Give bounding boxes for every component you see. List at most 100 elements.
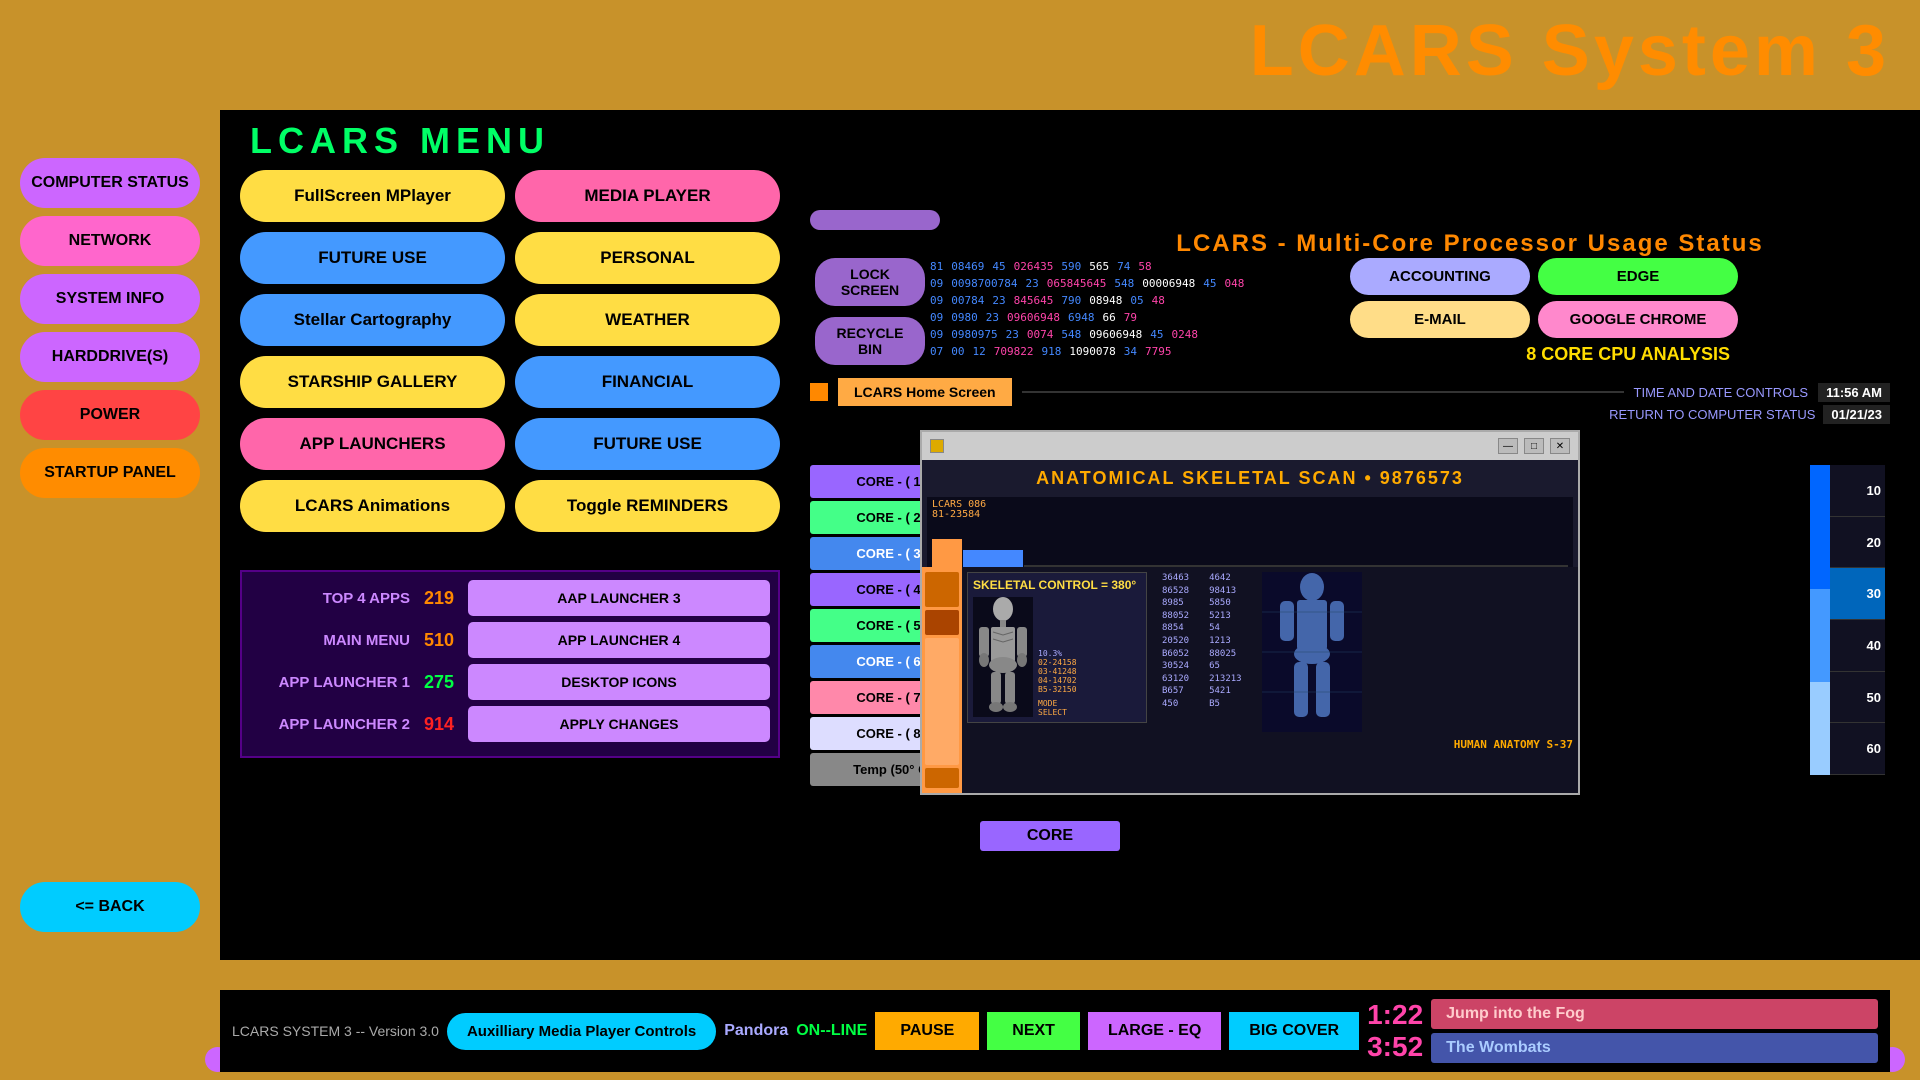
menu-row-6: LCARS Animations Toggle REMINDERS (240, 480, 780, 532)
sidebar-btn-computer-status[interactable]: COMPUTER STATUS (20, 158, 200, 208)
home-screen-btn[interactable]: LCARS Home Screen (838, 378, 1012, 406)
header-title: LCARS System 3 (1250, 10, 1890, 92)
outer-frame: LCARS System 3 COMPUTER STATUS NETWORK S… (0, 0, 1920, 1080)
media-controls-btn[interactable]: Auxilliary Media Player Controls (447, 1013, 716, 1050)
menu-btn-future-use-2[interactable]: FUTURE USE (515, 418, 780, 470)
shortcut-btn-2[interactable]: APP LAUNCHER 4 (468, 622, 770, 658)
song-title: Jump into the Fog (1431, 999, 1878, 1029)
home-screen-row: LCARS Home Screen TIME AND DATE CONTROLS… (810, 378, 1890, 406)
menu-btn-fullscreen-mplayer[interactable]: FullScreen MPlayer (240, 170, 505, 222)
shortcuts-panel: TOP 4 APPS 219 AAP LAUNCHER 3 MAIN MENU … (240, 570, 780, 758)
sidebar-btn-network[interactable]: NETWORK (20, 216, 200, 266)
scale-num-40: 40 (1867, 638, 1881, 653)
chrome-btn[interactable]: GOOGLE CHROME (1538, 301, 1738, 338)
sidebar-btn-harddrive[interactable]: HARDDRIVE(S) (20, 332, 200, 382)
menu-btn-app-launchers[interactable]: APP LAUNCHERS (240, 418, 505, 470)
shortcut-btn-4[interactable]: APPLY CHANGES (468, 706, 770, 742)
recycle-bin-btn[interactable]: RECYCLE BIN (815, 317, 925, 365)
scale-num-60: 60 (1867, 741, 1881, 756)
shortcut-num-3: 275 (414, 672, 464, 693)
shortcut-btn-3[interactable]: DESKTOP ICONS (468, 664, 770, 700)
shortcut-label-4: APP LAUNCHER 2 (250, 716, 410, 733)
shortcut-label-1: TOP 4 APPS (250, 590, 410, 607)
shortcut-label-3: APP LAUNCHER 1 (250, 674, 410, 691)
large-eq-btn[interactable]: LARGE - EQ (1088, 1012, 1221, 1050)
bottom-inner: LCARS SYSTEM 3 -- Version 3.0 Auxilliary… (220, 990, 1890, 1072)
sidebar-btn-power[interactable]: POWER (20, 390, 200, 440)
menu-btn-toggle-reminders[interactable]: Toggle REMINDERS (515, 480, 780, 532)
sidebar-btn-system-info[interactable]: SYSTEM INFO (20, 274, 200, 324)
email-btn[interactable]: E-MAIL (1350, 301, 1530, 338)
scale-seg-40: 40 (1830, 620, 1885, 672)
menu-btn-stellar-cartography[interactable]: Stellar Cartography (240, 294, 505, 346)
scale-num-50: 50 (1867, 690, 1881, 705)
skeletal-id-6: B5-32150 (1038, 685, 1141, 694)
sidebar-btn-back[interactable]: <= BACK (20, 882, 200, 932)
pause-btn[interactable]: PAUSE (875, 1012, 979, 1050)
deco-mid-hbar (810, 210, 940, 230)
left-sidebar: COMPUTER STATUS NETWORK SYSTEM INFO HARD… (0, 110, 220, 960)
shortcut-num-2: 510 (414, 630, 464, 651)
menu-btn-future-use-1[interactable]: FUTURE USE (240, 232, 505, 284)
skeletal-id-3: 02-24158 (1038, 658, 1141, 667)
window-icon (930, 439, 944, 453)
scale-seg-20: 20 (1830, 517, 1885, 569)
song-artist: The Wombats (1431, 1033, 1878, 1063)
lcars-menu-title: LCARS MENU (250, 120, 550, 162)
menu-btn-lcars-animations[interactable]: LCARS Animations (240, 480, 505, 532)
menu-btn-starship-gallery[interactable]: STARSHIP GALLERY (240, 356, 505, 408)
data-numbers-display: 81 08469 45 026435 590 565 74 58 09 0098… (930, 258, 1350, 360)
elapsed-time: 1:22 (1367, 999, 1423, 1031)
pandora-label: Pandora (724, 1022, 788, 1040)
home-spacer (1022, 391, 1624, 393)
scale-num-20: 20 (1867, 535, 1881, 550)
shortcut-row-1: TOP 4 APPS 219 AAP LAUNCHER 3 (250, 580, 770, 616)
shortcut-row-2: MAIN MENU 510 APP LAUNCHER 4 (250, 622, 770, 658)
scale-seg-60: 60 (1830, 723, 1885, 775)
human-anatomy-label: HUMAN ANATOMY S-37 (1162, 737, 1573, 752)
scan-graph-area: LCARS 086 81-23584 (927, 497, 1573, 567)
sidebar-btn-startup[interactable]: STARTUP PANEL (20, 448, 200, 498)
scale-color-bar (1810, 465, 1830, 775)
next-btn[interactable]: NEXT (987, 1012, 1080, 1050)
time-controls-label: TIME AND DATE CONTROLS (1634, 385, 1809, 400)
menu-btn-media-player[interactable]: MEDIA PLAYER (515, 170, 780, 222)
window-minimize-btn[interactable]: — (1498, 438, 1518, 454)
control-label: SKELETAL CONTROL = 380° (973, 578, 1141, 592)
scale-num-30: 30 (1867, 586, 1881, 601)
account-services-area: ACCOUNTING EDGE E-MAIL GOOGLE CHROME 8 C… (1350, 258, 1738, 365)
skeletal-left-sidebar (922, 567, 962, 793)
skeletal-content: ANATOMICAL SKELETAL SCAN • 9876573 LCARS… (922, 460, 1578, 793)
menu-row-4: STARSHIP GALLERY FINANCIAL (240, 356, 780, 408)
menu-btn-financial[interactable]: FINANCIAL (515, 356, 780, 408)
edge-btn[interactable]: EDGE (1538, 258, 1738, 295)
shortcut-label-2: MAIN MENU (250, 632, 410, 649)
menu-btn-personal[interactable]: PERSONAL (515, 232, 780, 284)
orange-square-deco (810, 383, 828, 401)
shortcut-btn-1[interactable]: AAP LAUNCHER 3 (468, 580, 770, 616)
main-content: LCARS MENU FullScreen MPlayer MEDIA PLAY… (220, 110, 1920, 960)
core-label-core2: CORE (980, 821, 1120, 851)
big-cover-btn[interactable]: BIG COVER (1229, 1012, 1359, 1050)
processor-subtitle: LCARS - Multi-Core Processor Usage Statu… (1040, 230, 1900, 258)
return-label: RETURN TO COMPUTER STATUS (1609, 407, 1815, 422)
shortcut-num-1: 219 (414, 588, 464, 609)
skeletal-id-5: 04-14702 (1038, 676, 1141, 685)
scale-seg-50: 50 (1830, 672, 1885, 724)
scale-seg-30: 30 (1830, 568, 1885, 620)
lock-screen-btn[interactable]: LOCK SCREEN (815, 258, 925, 306)
eight-core-label: 8 CORE CPU ANALYSIS (1350, 344, 1730, 365)
lock-recycle-area: LOCK SCREEN RECYCLE BIN (815, 258, 925, 371)
shortcut-row-4: APP LAUNCHER 2 914 APPLY CHANGES (250, 706, 770, 742)
window-close-btn[interactable]: ✕ (1550, 438, 1570, 454)
skeletal-control-box: SKELETAL CONTROL = 380° (967, 572, 1147, 723)
menu-btn-weather[interactable]: WEATHER (515, 294, 780, 346)
lcars-menu-panel: LCARS MENU FullScreen MPlayer MEDIA PLAY… (220, 110, 800, 790)
song-info: Jump into the Fog The Wombats (1431, 999, 1878, 1063)
online-status: ON--LINE (796, 1022, 867, 1040)
accounting-btn[interactable]: ACCOUNTING (1350, 258, 1530, 295)
window-maximize-btn[interactable]: □ (1524, 438, 1544, 454)
pandora-row: Pandora ON--LINE (724, 1022, 867, 1040)
menu-row-1: FullScreen MPlayer MEDIA PLAYER (240, 170, 780, 222)
menu-row-3: Stellar Cartography WEATHER (240, 294, 780, 346)
